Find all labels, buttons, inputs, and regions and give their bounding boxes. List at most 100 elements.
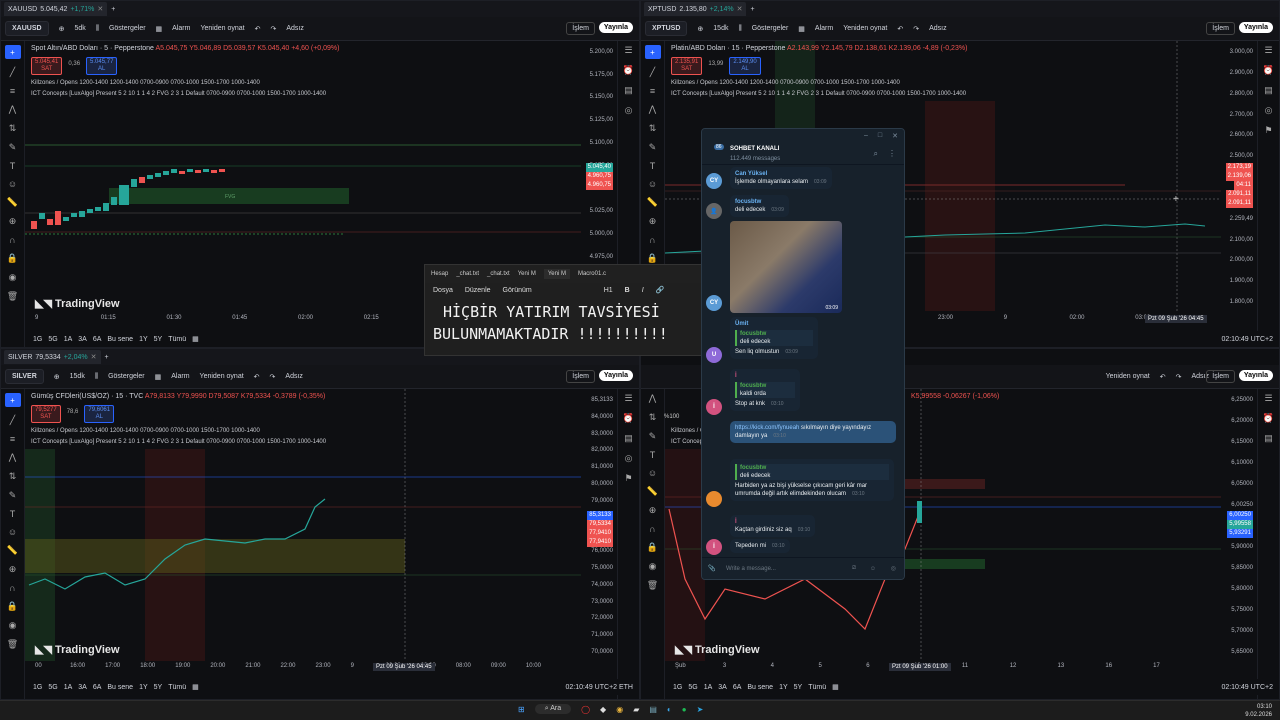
clock[interactable]: 02:10:49 UTC+2 ETH	[565, 684, 633, 691]
indicator-killzones[interactable]: Killzones / Opens 1200-1400 1200-1400 07…	[671, 80, 900, 86]
range-button[interactable]: Bu sene	[107, 336, 133, 343]
pattern-icon[interactable]: ⋀	[649, 104, 656, 115]
notepad-text[interactable]: HİÇBİR YATIRIM TAVSİYESİ BULUNMAMAKTADIR …	[425, 297, 701, 345]
forecast-icon[interactable]: ⇅	[9, 471, 17, 482]
watchlist-icon[interactable]: ☰	[624, 393, 632, 404]
trade-button[interactable]: İşlem	[566, 22, 595, 35]
buy-button[interactable]: 5.045,77 AL	[86, 57, 118, 75]
avatar[interactable]: İ	[706, 399, 722, 415]
hotlist-icon[interactable]: ◎	[625, 105, 633, 116]
tab-xptusd[interactable]: XPTUSD 2.135,80 +2,14% ✕	[644, 2, 747, 16]
data-window-icon[interactable]: ▤	[1264, 433, 1273, 444]
range-button[interactable]: 1A	[64, 336, 73, 343]
layout-icon[interactable]: ▦	[155, 373, 162, 381]
range-button[interactable]: 5G	[48, 336, 57, 343]
chrome-icon[interactable]: ◉	[616, 705, 623, 714]
sell-button[interactable]: 79,5277 SAT	[31, 405, 61, 423]
fib-icon[interactable]: ≡	[650, 86, 655, 96]
close-icon[interactable]: ✕	[91, 353, 97, 361]
maximize-icon[interactable]: □	[878, 132, 882, 140]
brush-icon[interactable]: ✎	[9, 490, 17, 501]
time-axis[interactable]: 00 16:00 17:00 18:00 19:00 20:00 21:00 22:00 23:…	[25, 663, 581, 677]
menu-edit[interactable]: Düzenle	[465, 287, 491, 294]
avatar[interactable]: U	[706, 347, 722, 363]
notepad-tab[interactable]: _chat.txt	[456, 271, 479, 277]
message-input[interactable]: 📎 Write a message... ⧄ ☺ ◎	[702, 557, 904, 579]
undo-icon[interactable]: ↶	[897, 25, 903, 33]
lock-icon[interactable]: 🔒	[7, 601, 18, 612]
range-button[interactable]: 1G	[33, 336, 42, 343]
price-axis[interactable]: 6,25000 6,20000 6,15000 6,10000 6,05000 6,002…	[1221, 389, 1257, 661]
taskbar-clock[interactable]: 03:10 9.02.2026	[1245, 703, 1272, 719]
symbol-search[interactable]: XAUUSD	[5, 21, 49, 36]
range-button[interactable]: 5G	[688, 684, 697, 691]
attach-icon[interactable]: 📎	[708, 565, 715, 572]
add-symbol-icon[interactable]: ⊕	[54, 373, 60, 381]
range-button[interactable]: 1Y	[139, 684, 148, 691]
redo-icon[interactable]: ↷	[270, 25, 276, 33]
trendline-icon[interactable]: ╱	[10, 67, 15, 78]
range-button[interactable]: 3A	[78, 684, 87, 691]
tab-xauusd[interactable]: XAUUSD 5.045,42 +1,71% ✕	[4, 2, 108, 16]
eye-icon[interactable]: ◉	[649, 561, 657, 572]
tradingview-icon[interactable]: ▰	[633, 705, 639, 714]
trendline-icon[interactable]: ╱	[650, 67, 655, 78]
commands-icon[interactable]: ⧄	[852, 565, 856, 572]
bold-icon[interactable]: B	[625, 287, 630, 294]
trade-button[interactable]: İşlem	[566, 370, 595, 383]
notepad-tab[interactable]: _chat.txt	[487, 271, 510, 277]
zoom-icon[interactable]: ⊕	[649, 216, 657, 227]
alerts-icon[interactable]: ⏰	[1263, 413, 1274, 424]
text-icon[interactable]: T	[650, 161, 656, 171]
range-button[interactable]: 1G	[673, 684, 682, 691]
buy-button[interactable]: 2.149,90 AL	[729, 57, 761, 75]
publish-button[interactable]: Yayınla	[598, 22, 633, 33]
indicator-ict-concepts[interactable]: ICT Concepts [LuxAlgo] Present 5 2 10 1 …	[31, 91, 326, 97]
notepad-tab[interactable]: Yeni M	[543, 269, 570, 279]
sell-button[interactable]: 5.045,41 SAT	[31, 57, 63, 75]
app-icon[interactable]: ◆	[600, 705, 606, 714]
telegram-icon[interactable]: ➤	[697, 705, 704, 714]
brush-icon[interactable]: ✎	[649, 142, 657, 153]
undo-icon[interactable]: ↶	[255, 25, 261, 33]
calendar-icon[interactable]: ▦	[192, 683, 199, 691]
sell-button[interactable]: 2.135,91 SAT	[671, 57, 703, 75]
range-button[interactable]: Tümü	[168, 684, 186, 691]
cursor-icon[interactable]: +	[4, 393, 21, 407]
chat-image[interactable]: 03:09	[730, 221, 842, 313]
brush-icon[interactable]: ✎	[649, 431, 657, 442]
range-button[interactable]: 1A	[704, 684, 713, 691]
publish-button[interactable]: Yayınla	[1238, 370, 1273, 381]
ruler-icon[interactable]: 📏	[7, 545, 18, 556]
indicators-button[interactable]: Göstergeler	[109, 25, 146, 32]
alert-button[interactable]: Alarm	[815, 25, 833, 32]
watchlist-icon[interactable]: ☰	[1264, 393, 1272, 404]
layout-icon[interactable]: ▦	[798, 25, 805, 33]
range-button[interactable]: 3A	[78, 336, 87, 343]
alerts-icon[interactable]: ⏰	[623, 413, 634, 424]
alert-button[interactable]: Alarm	[171, 373, 189, 380]
forecast-icon[interactable]: ⇅	[649, 123, 657, 134]
redo-icon[interactable]: ↷	[913, 25, 919, 33]
range-button[interactable]: 1Y	[139, 336, 148, 343]
spotify-icon[interactable]: ●	[682, 705, 687, 714]
ruler-icon[interactable]: 📏	[7, 197, 18, 208]
avatar[interactable]: CY	[706, 295, 722, 311]
redo-icon[interactable]: ↷	[1176, 373, 1182, 381]
redo-icon[interactable]: ↷	[270, 373, 276, 381]
replay-button[interactable]: Yeniden oynat	[200, 25, 244, 32]
data-window-icon[interactable]: ▤	[1264, 85, 1273, 96]
chart-type-icon[interactable]: ⫼	[95, 373, 98, 381]
layout-icon[interactable]: ▦	[156, 25, 163, 33]
range-button[interactable]: 1A	[64, 684, 73, 691]
emoji-icon[interactable]: ☺	[870, 566, 876, 572]
symbol-search[interactable]: XPTUSD	[645, 21, 688, 36]
ideas-icon[interactable]: ⚑	[624, 473, 632, 484]
search-icon[interactable]: ⌕	[874, 149, 878, 159]
menu-view[interactable]: Görünüm	[503, 287, 532, 294]
add-tab-icon[interactable]: +	[111, 6, 115, 13]
trade-button[interactable]: İşlem	[1206, 22, 1235, 35]
chart-type-icon[interactable]: ⫼	[738, 25, 741, 33]
symbol-search[interactable]: SILVER	[5, 369, 44, 384]
notepad-tab[interactable]: Hesap	[431, 271, 448, 277]
